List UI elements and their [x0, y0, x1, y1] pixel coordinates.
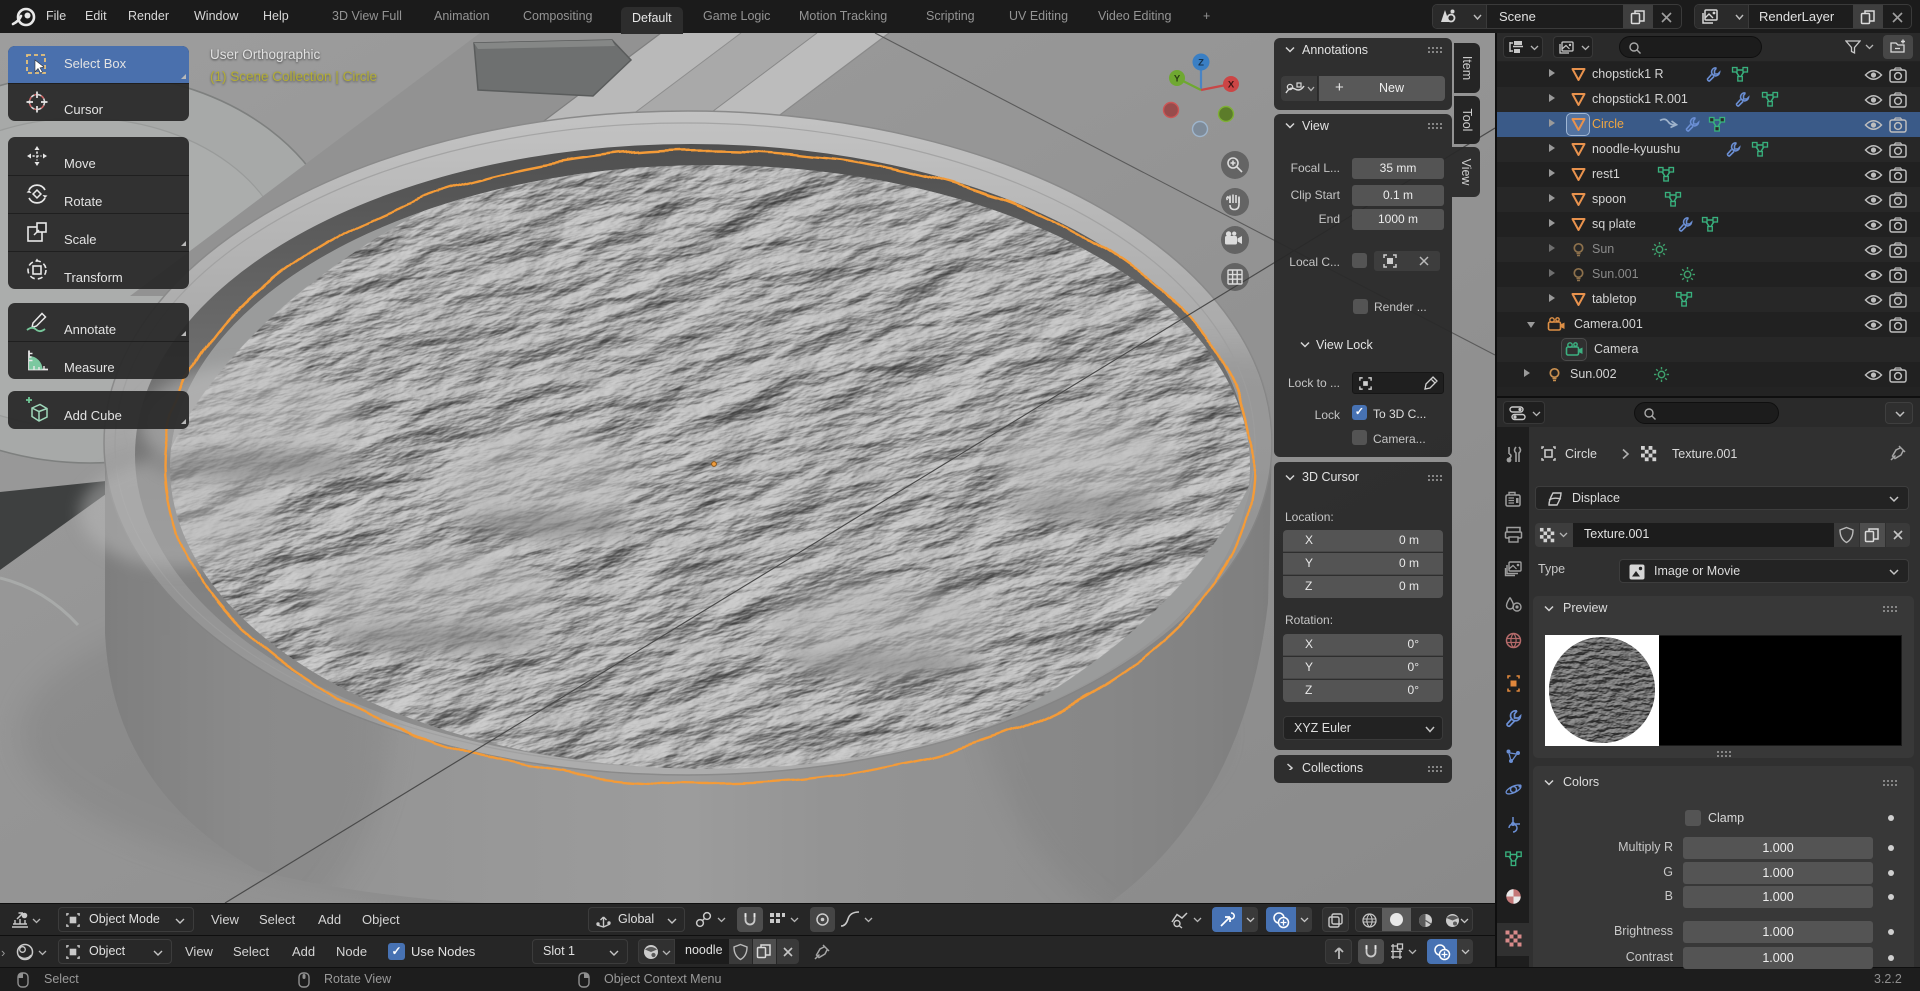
- svg-text:X: X: [1228, 80, 1235, 91]
- svg-text:Y: Y: [1174, 74, 1181, 85]
- svg-text:Z: Z: [1198, 58, 1204, 69]
